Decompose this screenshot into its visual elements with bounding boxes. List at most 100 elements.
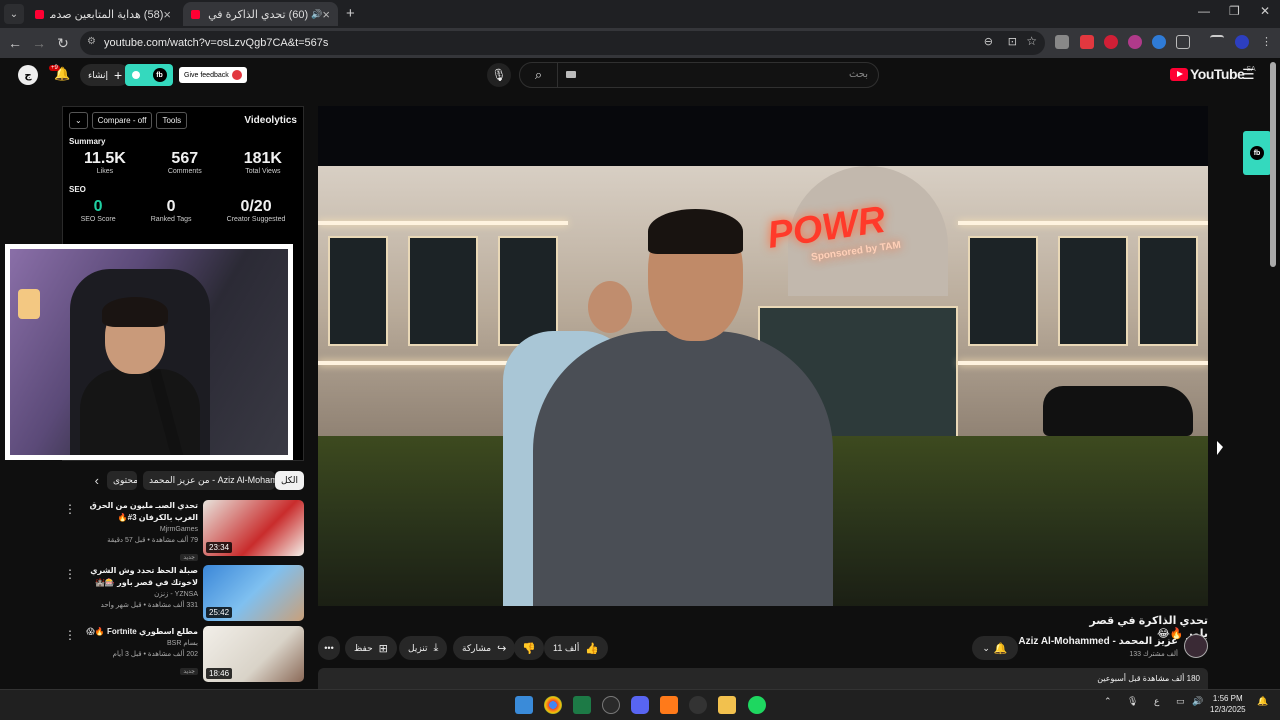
give-feedback-button[interactable]: Give feedback (179, 67, 247, 83)
videolytics-toggle[interactable]: fb (125, 64, 173, 86)
reload-icon[interactable]: ↻ (51, 35, 75, 52)
page-scrollbar[interactable] (1270, 62, 1276, 267)
extension-icon[interactable] (1080, 35, 1094, 49)
rec-channel[interactable]: MjrmGames (66, 524, 198, 535)
search-icon[interactable]: ⌕ (520, 63, 558, 87)
close-tab-icon[interactable]: × (322, 7, 330, 22)
tools-button[interactable]: Tools (156, 111, 188, 129)
more-actions-icon[interactable]: ⋮ (64, 502, 76, 516)
excel-taskbar-icon[interactable] (573, 696, 591, 714)
stat-label: Ranked Tags (150, 216, 192, 223)
extension-icon[interactable] (1152, 35, 1166, 49)
browser-tab-active[interactable]: (60) تحدي الذاكرة في قصر باو 🔊 × (183, 2, 338, 26)
guide-menu-icon[interactable]: ☰ (1242, 66, 1255, 83)
back-icon[interactable]: ← (3, 35, 27, 51)
more-actions-icon[interactable]: ⋮ (64, 567, 76, 581)
video-player[interactable]: POWR Sponsored by TAM (318, 106, 1208, 606)
close-tab-icon[interactable]: × (163, 7, 171, 22)
bell-icon: 🔔 (993, 642, 1008, 655)
extension-icon[interactable] (1128, 35, 1142, 49)
subscription-bell-button[interactable]: ⌄ 🔔 (972, 636, 1018, 660)
chrome-taskbar-icon[interactable] (544, 696, 562, 714)
chip-from-channel[interactable]: من عزيز المحمد - Aziz Al-Mohammed (142, 470, 275, 490)
steam-taskbar-icon[interactable] (689, 696, 707, 714)
rec-title[interactable]: صبلة الحظ تحدد وش الشري لاخوتك في قصر با… (66, 565, 198, 589)
minimize-icon[interactable]: — (1198, 4, 1210, 18)
building-window-shape (328, 236, 388, 346)
building-window-shape (1058, 236, 1128, 346)
system-clock[interactable]: 1:56 PM 12/3/2025 (1210, 693, 1246, 715)
zoom-icon[interactable]: ⊖ (984, 35, 993, 48)
youtube-favicon-icon (191, 9, 200, 19)
summary-heading: Summary (69, 137, 106, 146)
start-menu-icon[interactable] (515, 696, 533, 714)
like-button[interactable]: 11 ألف 👍 (544, 636, 609, 660)
notification-center-icon[interactable]: 🔔 (1257, 696, 1268, 707)
obs-taskbar-icon[interactable] (602, 696, 620, 714)
new-tab-button[interactable]: + (346, 5, 355, 22)
description-box[interactable]: 180 ألف مشاهدة قبل أسبوعين (318, 668, 1208, 690)
spotify-taskbar-icon[interactable] (748, 696, 766, 714)
search-placeholder: بحث (848, 69, 868, 80)
plus-icon: + (114, 67, 123, 83)
create-button[interactable]: إنشاء + (80, 64, 131, 86)
file-explorer-taskbar-icon[interactable] (718, 696, 736, 714)
tray-overflow-icon[interactable]: ⌃ (1104, 696, 1112, 707)
extension-icon[interactable] (1055, 35, 1069, 49)
network-icon[interactable]: ▭ (1176, 696, 1185, 707)
save-label: حفظ (354, 642, 373, 653)
bookmark-star-icon[interactable]: ☆ (1026, 34, 1037, 48)
collapse-chevron-icon[interactable]: ⌄ (69, 111, 88, 129)
rec-title[interactable]: تحدي الصبـ مليون من الحرق الغرب بالكرفان… (66, 500, 198, 524)
video-thumbnail[interactable]: 23:34 (203, 500, 304, 556)
keyboard-icon[interactable] (566, 71, 576, 78)
dislike-button[interactable]: 👎 (514, 636, 544, 660)
reading-list-icon[interactable] (1210, 35, 1224, 49)
browser-menu-icon[interactable]: ⋮ (1261, 35, 1272, 48)
restore-icon[interactable]: ❐ (1229, 4, 1240, 18)
video-thumbnail[interactable]: 18:46 (203, 626, 304, 682)
search-box[interactable]: ⌕ بحث (519, 62, 879, 88)
site-info-icon[interactable]: ⚙ (87, 36, 96, 47)
chip-all[interactable]: الكل (274, 470, 304, 490)
voice-search-icon[interactable]: 🎙 (487, 63, 511, 87)
rec-channel[interactable]: YZNSA - زنزن (66, 589, 198, 600)
profile-avatar[interactable] (1235, 35, 1249, 49)
input-language[interactable]: ع (1154, 696, 1159, 707)
compare-button[interactable]: Compare - off (91, 111, 153, 129)
video-thumbnail[interactable]: 25:42 (203, 565, 304, 621)
rec-channel[interactable]: بسام BSR (66, 638, 198, 649)
download-button[interactable]: تنزيل ⤓ (399, 636, 448, 660)
rec-meta: 331 ألف مشاهدة • قبل شهر واحد (100, 602, 198, 609)
tab-search-button[interactable]: ⌄ (4, 4, 24, 24)
account-avatar[interactable]: ج (18, 65, 38, 85)
extensions-puzzle-icon[interactable] (1176, 35, 1190, 49)
address-bar[interactable]: ⚙ youtube.com/watch?v=osLzvQgb7CA&t=567s… (80, 31, 1045, 55)
install-app-icon[interactable]: ⊡ (1008, 35, 1017, 48)
app-taskbar-icon[interactable] (660, 696, 678, 714)
browser-tab[interactable]: (58) هداية المتابعين صدموني بال × (27, 2, 179, 26)
discord-taskbar-icon[interactable] (631, 696, 649, 714)
youtube-play-icon (1170, 67, 1188, 81)
chip-content[interactable]: محتوى (106, 470, 137, 490)
extension-icon[interactable] (1104, 35, 1118, 49)
chips-prev-chevron-icon[interactable]: ‹ (95, 473, 99, 488)
save-button[interactable]: حفظ ⊞ (345, 636, 397, 660)
channel-avatar[interactable] (1184, 634, 1208, 658)
more-actions-button[interactable]: ••• (318, 636, 340, 660)
list-item[interactable]: 23:34 تحدي الصبـ مليون من الحرق الغرب با… (62, 500, 304, 561)
videolytics-side-button[interactable]: fb (1243, 131, 1271, 175)
channel-info[interactable]: Aziz Al-Mohammed - عزيز المحمد 133 ألف م… (1018, 634, 1210, 664)
forward-icon[interactable]: → (27, 35, 51, 51)
more-actions-icon[interactable]: ⋮ (64, 628, 76, 642)
audio-playing-icon[interactable]: 🔊 (311, 9, 322, 20)
close-window-icon[interactable]: ✕ (1260, 4, 1270, 18)
tray-mic-icon[interactable]: 🎙 (1127, 696, 1138, 707)
rec-title[interactable]: مطلع اسطوري Fortnite 🔥😱 (66, 626, 198, 638)
list-item[interactable]: 18:46 مطلع اسطوري Fortnite 🔥😱 بسام BSR 2… (62, 626, 304, 684)
new-badge: جديد (180, 554, 198, 561)
list-item[interactable]: 25:42 صبلة الحظ تحدد وش الشري لاخوتك في … (62, 565, 304, 623)
channel-name[interactable]: Aziz Al-Mohammed - عزيز المحمد (1018, 636, 1178, 647)
volume-icon[interactable]: 🔊 (1192, 696, 1203, 707)
share-button[interactable]: مشاركة ↪ (453, 636, 516, 660)
